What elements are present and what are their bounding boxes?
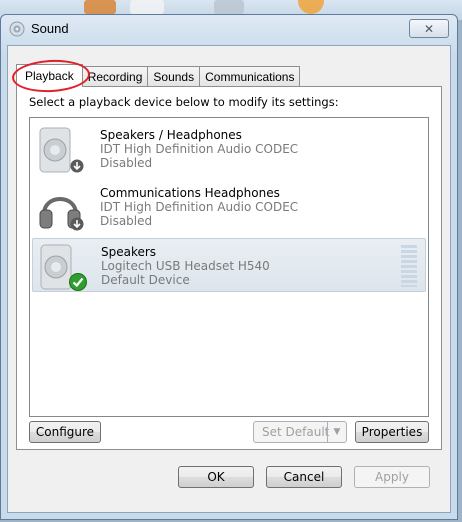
set-default-label: Set Default [262, 425, 330, 439]
speaker-icon [9, 21, 25, 37]
background-icon [84, 0, 116, 14]
device-driver: IDT High Definition Audio CODEC [100, 142, 299, 156]
device-driver: IDT High Definition Audio CODEC [100, 200, 299, 214]
window-title: Sound [31, 21, 69, 36]
cancel-button[interactable]: Cancel [266, 466, 342, 488]
close-button[interactable]: ✕ [409, 19, 449, 38]
disabled-arrow-icon [70, 216, 84, 235]
dialog-client: Playback Recording Sounds Communications… [7, 45, 451, 513]
default-check-icon [69, 273, 87, 295]
tab-recording[interactable]: Recording [81, 66, 149, 86]
title-bar[interactable]: Sound ✕ [1, 15, 457, 43]
device-item-selected[interactable]: Speakers Logitech USB Headset H540 Defau… [32, 238, 426, 292]
ok-button[interactable]: OK [178, 466, 254, 488]
playback-panel: Select a playback device below to modify… [16, 86, 442, 450]
device-name: Speakers [101, 245, 157, 259]
background-icon [214, 0, 244, 14]
chevron-down-icon[interactable]: ▼ [327, 422, 346, 442]
device-driver: Logitech USB Headset H540 [101, 259, 270, 273]
tab-sounds[interactable]: Sounds [147, 66, 201, 86]
volume-meter [401, 245, 417, 287]
device-item[interactable]: Speakers / Headphones IDT High Definitio… [32, 122, 426, 176]
device-name: Communications Headphones [100, 186, 280, 200]
device-item[interactable]: Communications Headphones IDT High Defin… [32, 180, 426, 234]
sound-dialog: Sound ✕ Playback Recording Sounds Commun… [0, 14, 458, 520]
background-icon [130, 0, 164, 14]
apply-button[interactable]: Apply [354, 466, 430, 488]
disabled-arrow-icon [70, 158, 84, 177]
device-status: Default Device [101, 273, 190, 287]
set-default-button[interactable]: Set Default ▼ [253, 421, 347, 443]
device-name: Speakers / Headphones [100, 128, 242, 142]
instruction-text: Select a playback device below to modify… [29, 95, 339, 109]
close-icon: ✕ [423, 21, 435, 36]
device-status: Disabled [100, 156, 153, 170]
device-list[interactable]: Speakers / Headphones IDT High Definitio… [29, 117, 429, 417]
background-icon [298, 0, 324, 14]
configure-button[interactable]: Configure [29, 421, 101, 443]
tab-communications[interactable]: Communications [199, 66, 301, 86]
properties-button[interactable]: Properties [355, 421, 429, 443]
device-status: Disabled [100, 214, 153, 228]
